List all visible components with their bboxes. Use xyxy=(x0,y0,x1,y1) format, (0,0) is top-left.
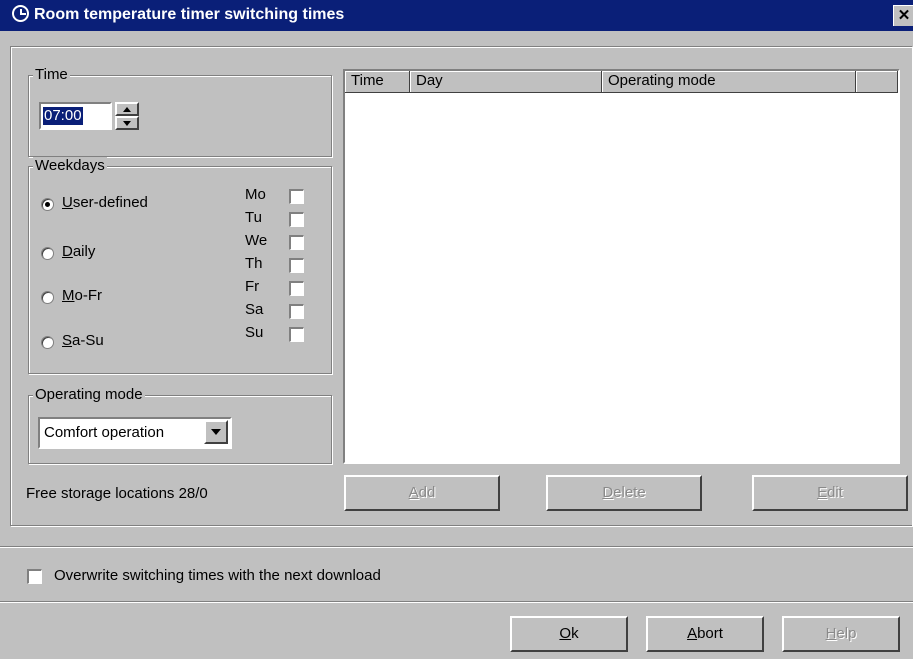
operating-mode-value: Comfort operation xyxy=(44,424,165,441)
window-title: Room temperature timer switching times xyxy=(34,6,345,23)
radio-sa-su-label[interactable]: Sa-Su xyxy=(62,332,104,349)
overwrite-checkbox[interactable] xyxy=(27,569,42,584)
switching-times-table[interactable]: Time Day Operating mode xyxy=(343,69,900,464)
separator xyxy=(0,601,913,603)
weekdays-group: Weekdays User-defined Daily Mo-Fr Sa-Su … xyxy=(28,157,332,374)
radio-user-defined[interactable] xyxy=(41,198,54,211)
day-label-fr: Fr xyxy=(245,278,260,295)
edit-button[interactable]: Edit xyxy=(752,475,908,511)
radio-daily[interactable] xyxy=(41,247,54,260)
chevron-down-icon xyxy=(211,429,221,435)
operating-mode-group: Operating mode Comfort operation xyxy=(28,386,332,464)
checkbox-su[interactable] xyxy=(289,327,304,342)
radio-mo-fr[interactable] xyxy=(41,291,54,304)
time-value: 07:00 xyxy=(43,107,83,125)
separator xyxy=(0,546,913,548)
add-button[interactable]: Add xyxy=(344,475,500,511)
operating-mode-group-legend: Operating mode xyxy=(33,386,145,403)
overwrite-label[interactable]: Overwrite switching times with the next … xyxy=(54,567,381,584)
day-label-we: We xyxy=(245,232,268,249)
delete-button[interactable]: Delete xyxy=(546,475,702,511)
close-icon: ✕ xyxy=(897,7,911,24)
day-label-su: Su xyxy=(245,324,264,341)
day-label-th: Th xyxy=(245,255,263,272)
arrow-up-icon xyxy=(123,107,131,112)
day-label-tu: Tu xyxy=(245,209,262,226)
dropdown-button[interactable] xyxy=(204,420,228,444)
weekdays-group-legend: Weekdays xyxy=(33,157,107,174)
checkbox-th[interactable] xyxy=(289,258,304,273)
day-label-sa: Sa xyxy=(245,301,264,318)
clock-icon xyxy=(12,5,29,22)
column-header-time[interactable]: Time xyxy=(345,71,410,93)
ok-button[interactable]: Ok xyxy=(510,616,628,652)
arrow-down-icon xyxy=(123,121,131,126)
time-spin-down[interactable] xyxy=(115,116,139,130)
time-spin-up[interactable] xyxy=(115,102,139,116)
title-bar: Room temperature timer switching times ✕ xyxy=(0,0,913,31)
close-button[interactable]: ✕ xyxy=(893,5,913,26)
day-label-mo: Mo xyxy=(245,186,266,203)
checkbox-we[interactable] xyxy=(289,235,304,250)
column-header-day[interactable]: Day xyxy=(410,71,602,93)
radio-mo-fr-label[interactable]: Mo-Fr xyxy=(62,287,102,304)
time-input[interactable]: 07:00 xyxy=(39,102,112,130)
help-button[interactable]: Help xyxy=(782,616,900,652)
abort-button[interactable]: Abort xyxy=(646,616,764,652)
checkbox-fr[interactable] xyxy=(289,281,304,296)
time-group-legend: Time xyxy=(33,66,70,83)
radio-sa-su[interactable] xyxy=(41,336,54,349)
storage-info: Free storage locations 28/0 xyxy=(26,485,208,502)
radio-user-defined-label[interactable]: User-defined xyxy=(62,194,148,211)
column-header-operating-mode[interactable]: Operating mode xyxy=(602,71,856,93)
checkbox-sa[interactable] xyxy=(289,304,304,319)
radio-daily-label[interactable]: Daily xyxy=(62,243,95,260)
checkbox-tu[interactable] xyxy=(289,212,304,227)
operating-mode-select[interactable]: Comfort operation xyxy=(38,417,232,449)
checkbox-mo[interactable] xyxy=(289,189,304,204)
column-header-extra[interactable] xyxy=(856,71,898,93)
time-group: Time 07:00 xyxy=(28,66,332,157)
